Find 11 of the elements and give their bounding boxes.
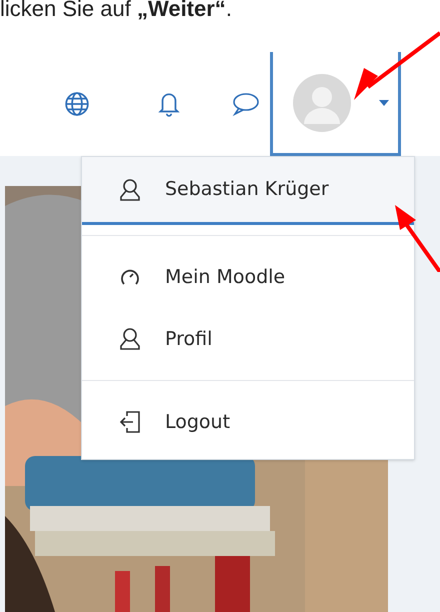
caret-icon — [379, 100, 389, 106]
menu-item[interactable]: Logout — [82, 391, 414, 453]
menu-item[interactable]: Mein Moodle — [82, 246, 414, 308]
menu-item[interactable]: Profil — [82, 308, 414, 370]
logout-icon — [119, 410, 141, 434]
arrow-annotation — [394, 204, 440, 272]
menu-item[interactable]: Sebastian Krüger — [82, 157, 414, 225]
instruction-text: licken Sie auf „Weiter“. — [0, 0, 232, 23]
user-icon — [119, 178, 141, 202]
avatar-icon — [293, 74, 351, 132]
user-icon — [119, 327, 141, 351]
